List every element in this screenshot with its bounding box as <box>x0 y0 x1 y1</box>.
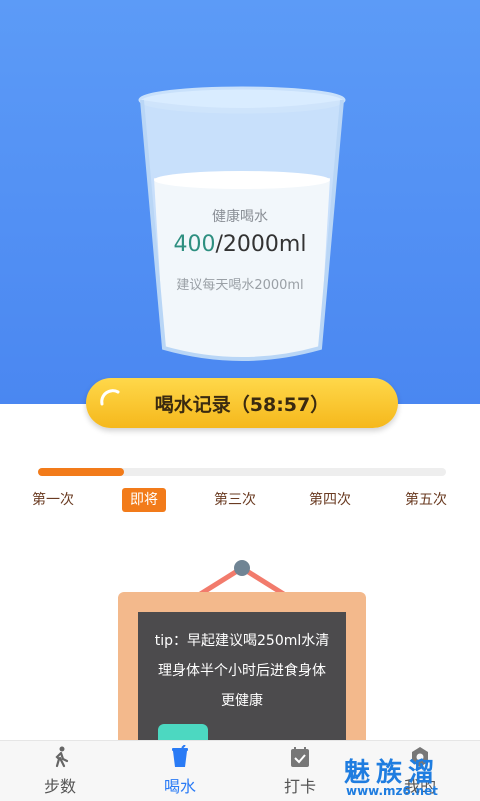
nav-water[interactable]: 喝水 <box>120 741 240 801</box>
step-3[interactable]: 第三次 <box>214 488 256 512</box>
cup-icon <box>172 745 188 767</box>
nav-checkin-label: 打卡 <box>283 777 316 796</box>
nav-water-label: 喝水 <box>163 777 196 796</box>
drink-record-button[interactable]: 喝水记录（58:57） <box>86 378 398 428</box>
target-amount: /2000ml <box>215 232 307 257</box>
nav-steps[interactable]: 步数 <box>0 741 120 801</box>
progress-bar <box>38 468 446 476</box>
watermark-url: www.mz6.net <box>346 784 438 798</box>
water-amount: 400/2000ml <box>0 232 480 257</box>
nav-checkin[interactable]: 打卡 <box>240 741 360 801</box>
nav-steps-label: 步数 <box>43 777 76 796</box>
step-5[interactable]: 第五次 <box>405 488 447 512</box>
water-cup-illustration <box>136 86 348 368</box>
watermark: 魅族溜 www.mz6.net <box>344 752 480 798</box>
step-4[interactable]: 第四次 <box>309 488 351 512</box>
drink-record-label: 喝水记录（58:57） <box>154 393 330 416</box>
current-amount: 400 <box>173 232 216 257</box>
drink-steps: 第一次 即将 第三次 第四次 第五次 <box>0 488 480 514</box>
tip-line-3: 更健康 <box>221 693 263 709</box>
tip-line-2: 理身体半个小时后进食身体 <box>158 663 326 679</box>
loading-arc-icon <box>100 389 120 406</box>
tip-line-1: tip：早起建议喝250ml水清 <box>154 633 330 649</box>
calendar-check-icon <box>291 747 309 767</box>
cup-tip: 建议每天喝水2000ml <box>176 278 304 293</box>
step-1[interactable]: 第一次 <box>32 488 74 512</box>
tip-text: tip：早起建议喝250ml水清 理身体半个小时后进食身体 更健康 <box>138 626 346 716</box>
step-2[interactable]: 即将 <box>122 488 166 512</box>
cup-title: 健康喝水 <box>212 209 268 225</box>
tip-board: tip：早起建议喝250ml水清 理身体半个小时后进食身体 更健康 <box>118 550 366 752</box>
walking-icon <box>55 746 69 768</box>
progress-fill <box>38 468 124 476</box>
